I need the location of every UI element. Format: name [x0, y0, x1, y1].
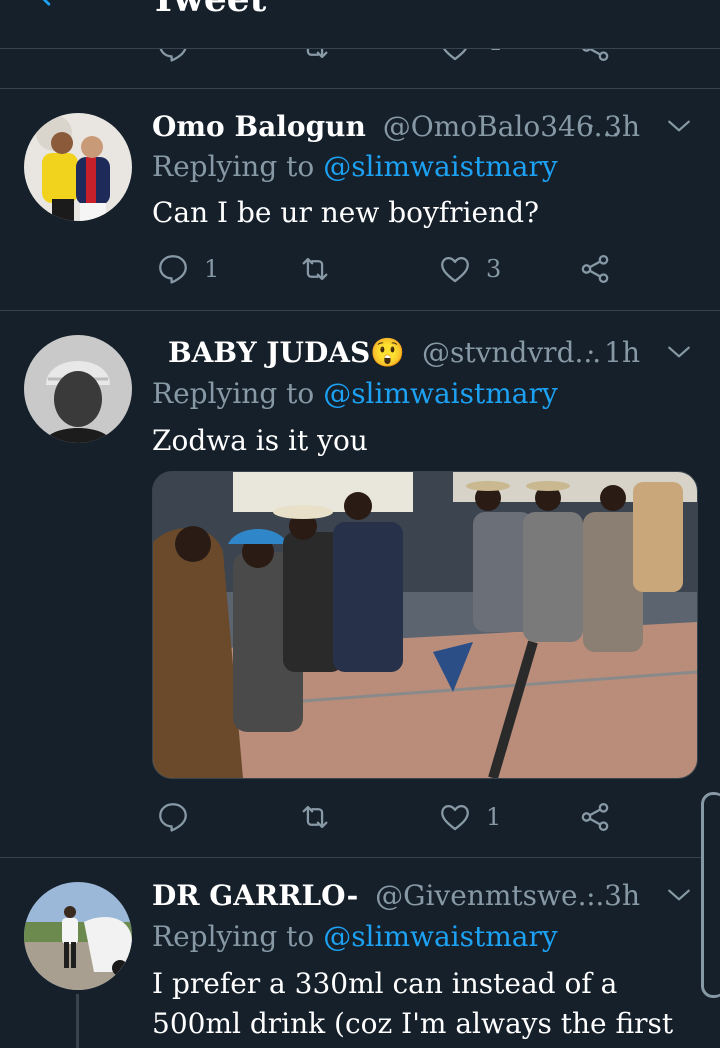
user-handle[interactable]: @stvndvrd...: [422, 336, 601, 369]
mention-link[interactable]: @slimwaistmary: [323, 150, 558, 183]
timestamp[interactable]: · 1h: [586, 335, 640, 371]
share-button[interactable]: [578, 797, 612, 837]
avatar[interactable]: [24, 113, 132, 221]
reply-icon: [159, 255, 187, 284]
tweet-text: Can I be ur new boyfriend?: [152, 196, 540, 229]
chevron-down-icon[interactable]: [666, 884, 692, 906]
like-icon: [441, 256, 469, 283]
mention-link[interactable]: @slimwaistmary: [323, 920, 558, 953]
replying-to-label: Replying to: [152, 920, 315, 953]
retweet-icon: [302, 805, 328, 829]
scroll-handle[interactable]: [701, 792, 720, 998]
chevron-down-icon[interactable]: [666, 115, 692, 137]
chevron-down-icon[interactable]: [666, 341, 692, 363]
avatar[interactable]: [24, 335, 132, 443]
share-icon: [581, 802, 609, 832]
like-count: 1: [486, 803, 502, 831]
reply-button[interactable]: 1: [156, 249, 219, 289]
tweet-actions: 1 3: [152, 249, 672, 289]
reply-icon: [159, 803, 187, 832]
replying-to-line: Replying to @slimwaistmary: [152, 149, 558, 185]
top-bar: Tweet: [0, 0, 720, 49]
share-button[interactable]: [578, 249, 612, 289]
tweet-dr-garrlo[interactable]: DR GARRLO- @Givenmtswe... · 3h Replying …: [0, 858, 720, 1048]
display-name[interactable]: Omo Balogun: [152, 110, 366, 143]
display-name[interactable]: DR GARRLO-: [152, 879, 358, 912]
tweet-text: I prefer a 330ml can instead of a 500ml …: [152, 967, 674, 1040]
previous-tweet-actions: 1: [0, 28, 720, 89]
tweet-thread-page: Tweet 1: [0, 0, 720, 1048]
display-name[interactable]: BABY JUDAS😲: [168, 336, 405, 369]
tweet-omo-balogun[interactable]: Omo Balogun @OmoBalo346... · 3h Replying…: [0, 89, 720, 311]
reply-count: 1: [204, 255, 220, 283]
page-title: Tweet: [150, 0, 266, 20]
tweet-photo[interactable]: [152, 471, 698, 779]
user-handle[interactable]: @Givenmtswe...: [375, 879, 604, 912]
retweet-button[interactable]: [298, 797, 346, 837]
replying-to-label: Replying to: [152, 377, 315, 410]
timestamp[interactable]: · 3h: [586, 109, 640, 145]
replying-to-line: Replying to @slimwaistmary: [152, 376, 558, 412]
timestamp[interactable]: · 3h: [586, 878, 640, 914]
avatar[interactable]: [24, 882, 132, 990]
tweet-baby-judas[interactable]: BABY JUDAS😲 @stvndvrd... · 1h Replying t…: [0, 311, 720, 858]
like-button[interactable]: 1: [438, 797, 501, 837]
reply-button[interactable]: [156, 797, 204, 837]
mention-link[interactable]: @slimwaistmary: [323, 377, 558, 410]
thread-connector-line: [76, 994, 79, 1048]
like-button[interactable]: 3: [438, 249, 501, 289]
share-icon: [581, 254, 609, 284]
tweet-header: Omo Balogun @OmoBalo346... · 3h: [152, 109, 700, 145]
back-arrow-icon[interactable]: [36, 0, 64, 10]
tweet-text: Zodwa is it you: [152, 424, 368, 457]
replying-to-label: Replying to: [152, 150, 315, 183]
tweet-header: DR GARRLO- @Givenmtswe... · 3h: [152, 878, 700, 914]
tweet-header: BABY JUDAS😲 @stvndvrd... · 1h: [152, 335, 700, 371]
like-count: 3: [486, 255, 502, 283]
tweet-actions: 1: [152, 797, 672, 837]
user-handle[interactable]: @OmoBalo346...: [383, 110, 621, 143]
retweet-button[interactable]: [298, 249, 346, 289]
like-icon: [441, 804, 469, 831]
retweet-icon: [302, 257, 328, 281]
replying-to-line: Replying to @slimwaistmary: [152, 919, 558, 955]
